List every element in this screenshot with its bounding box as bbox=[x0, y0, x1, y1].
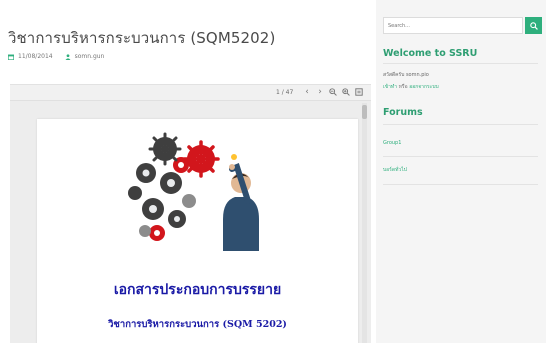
gears-businessman-illustration bbox=[128, 132, 259, 251]
zoom-out-icon[interactable] bbox=[327, 86, 339, 98]
forum-item-general[interactable]: บอร์ดทั่วไป bbox=[383, 166, 407, 174]
post-author[interactable]: somn.gun bbox=[75, 53, 105, 60]
user-icon bbox=[65, 53, 71, 60]
divider bbox=[383, 63, 538, 64]
divider bbox=[383, 124, 538, 125]
divider bbox=[383, 156, 538, 157]
document-heading: เอกสารประกอบการบรรยาย bbox=[113, 282, 282, 298]
search-icon bbox=[529, 21, 538, 30]
main-content: วิชาการบริหารกระบวนการ (SQM5202) 11/08/2… bbox=[0, 0, 375, 343]
document-page: เอกสารประกอบการบรรยาย วิชาการบริหารกระบว… bbox=[37, 119, 358, 343]
calendar-icon bbox=[8, 54, 14, 60]
scrollbar-thumb[interactable] bbox=[362, 105, 367, 119]
download-icon[interactable] bbox=[353, 86, 365, 98]
viewer-scrollbar[interactable] bbox=[362, 103, 367, 343]
welcome-widget-title: Welcome to SSRU bbox=[383, 48, 478, 59]
post-date: 11/08/2014 bbox=[18, 53, 53, 60]
forums-widget-title: Forums bbox=[383, 107, 423, 118]
logout-link[interactable]: ออกจากระบบ bbox=[409, 84, 439, 90]
login-link[interactable]: เข้าทำ bbox=[383, 84, 397, 90]
page-indicator: 1 / 47 bbox=[276, 89, 294, 96]
sidebar: Welcome to SSRU สวัสดีครับ somn.pio เข้า… bbox=[376, 0, 546, 343]
viewer-toolbar: 1 / 47 ‹ › bbox=[10, 85, 371, 101]
prev-page-icon[interactable]: ‹ bbox=[301, 86, 313, 98]
pdf-viewer: 1 / 47 ‹ › เอกสารประกอบการบรรยาย วิชาการ… bbox=[10, 84, 371, 343]
search-button[interactable] bbox=[525, 17, 542, 34]
post-meta: 11/08/2014 somn.gun bbox=[8, 53, 104, 60]
forum-item-group1[interactable]: Group1 bbox=[383, 140, 401, 146]
next-page-icon[interactable]: › bbox=[314, 86, 326, 98]
page-title: วิชาการบริหารกระบวนการ (SQM5202) bbox=[8, 29, 276, 47]
document-subheading: วิชาการบริหารกระบวนการ (SQM 5202) bbox=[108, 319, 287, 330]
divider bbox=[383, 184, 538, 185]
welcome-links: เข้าทำ หรือ ออกจากระบบ bbox=[383, 83, 439, 91]
or-separator: หรือ bbox=[398, 84, 408, 90]
zoom-in-icon[interactable] bbox=[340, 86, 352, 98]
search-input[interactable] bbox=[383, 17, 523, 34]
welcome-greeting: สวัสดีครับ somn.pio bbox=[383, 72, 429, 78]
